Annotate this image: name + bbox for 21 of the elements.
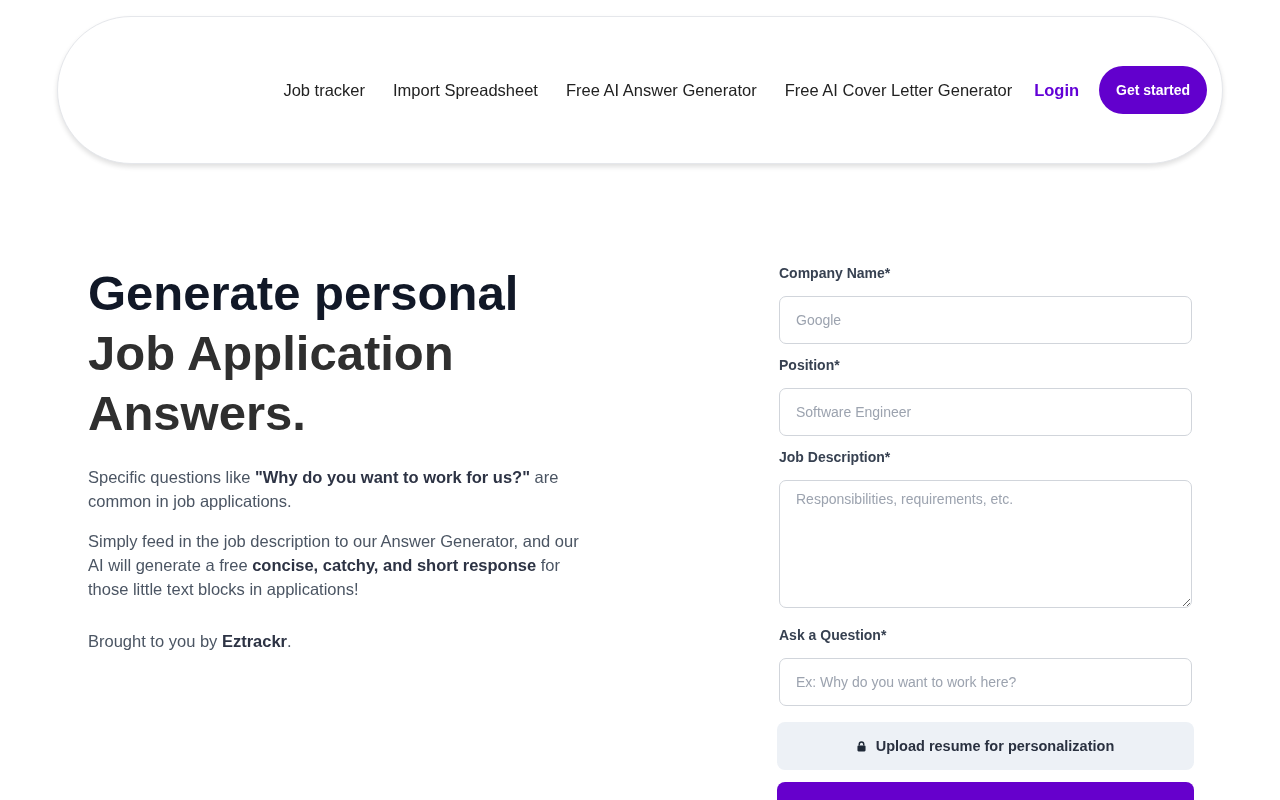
get-started-button[interactable]: Get started	[1099, 66, 1207, 114]
lock-icon	[856, 740, 866, 752]
field-label: Ask a Question*	[779, 626, 887, 645]
input-field[interactable]: Software Engineer	[779, 388, 1192, 436]
input-field[interactable]: Google	[779, 296, 1192, 344]
text-area[interactable]: Responsibilities, requirements, etc.	[779, 480, 1192, 608]
nav-link[interactable]: Import Spreadsheet	[393, 80, 538, 100]
field-label: Job Description*	[779, 448, 891, 467]
field-label: Company Name*	[779, 264, 891, 283]
submit-button[interactable]	[777, 782, 1194, 800]
hero-heading: Generate personal Job Application Answers.	[88, 265, 520, 442]
nav-link[interactable]: Job tracker	[283, 80, 366, 100]
upload-resume-button[interactable]: Upload resume for personalization	[777, 722, 1194, 770]
login-link[interactable]: Login	[1034, 80, 1080, 100]
intro-paragraph: Brought to you by Eztrackr.	[88, 631, 293, 652]
field-label: Position*	[779, 356, 840, 375]
input-field[interactable]: Ex: Why do you want to work here?	[779, 658, 1192, 706]
intro-paragraph: Simply feed in the job description to our Answer Generator, and our AI will generate a free concise, catchy, and short response for those little text blocks in applications!	[88, 531, 580, 600]
nav-link[interactable]: Free AI Cover Letter Generator	[784, 80, 1013, 100]
nav-link[interactable]: Free AI Answer Generator	[565, 80, 757, 100]
intro-paragraph: Specific questions like "Why do you want to work for us?" are common in job applications.	[88, 467, 560, 512]
